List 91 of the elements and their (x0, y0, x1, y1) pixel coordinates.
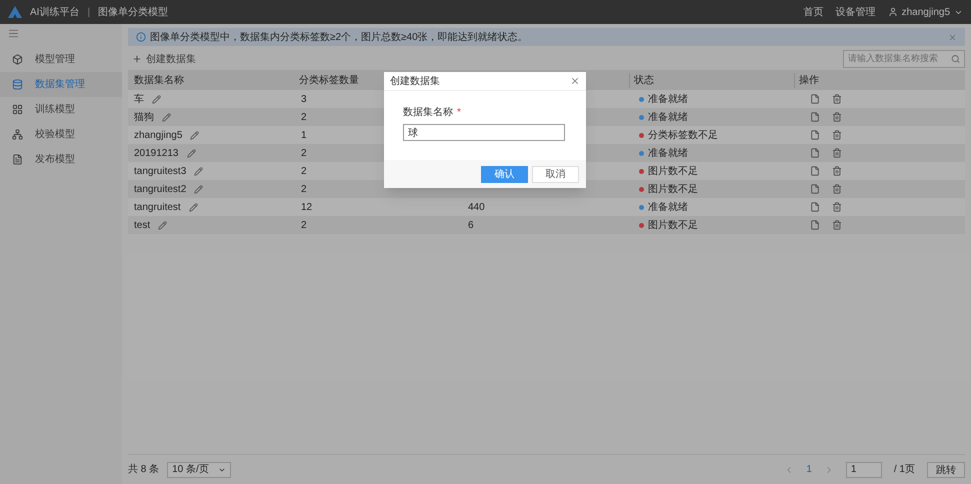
page-input[interactable]: 1 (846, 462, 882, 478)
table-cell: 440 (468, 202, 485, 212)
edit-icon[interactable] (194, 184, 204, 194)
file-icon[interactable] (810, 220, 820, 230)
trash-icon[interactable] (832, 148, 842, 158)
logo-icon (8, 6, 22, 18)
required-mark: * (457, 106, 461, 120)
sidebar-icon (12, 54, 23, 65)
page-size-select[interactable]: 10 条/页 (167, 462, 232, 478)
table-cell-text: 猫狗 (134, 110, 154, 124)
close-icon[interactable] (948, 32, 957, 42)
title-separator: | (87, 6, 90, 20)
name-field[interactable]: 球 (403, 124, 565, 141)
table-cell-text: tangruitest3 (134, 164, 186, 178)
table-cell: 1 (301, 130, 307, 140)
nav-link[interactable]: 设备管理 (836, 4, 876, 20)
info-icon (136, 32, 146, 42)
sidebar-icon (12, 129, 23, 140)
trash-icon[interactable] (832, 184, 842, 194)
file-icon[interactable] (810, 94, 820, 104)
edit-icon[interactable] (186, 148, 196, 158)
column-header: 状态 (634, 74, 654, 86)
column-header: 操作 (798, 74, 819, 86)
edit-icon[interactable] (162, 112, 171, 122)
edit-icon[interactable] (158, 220, 168, 230)
table-cell-text: tangruitest (134, 200, 181, 214)
file-icon[interactable] (810, 184, 820, 194)
edit-icon[interactable] (152, 94, 161, 104)
table-cell: 2 (301, 184, 307, 194)
menu-icon[interactable] (8, 28, 19, 39)
column-header: 数据集名称 (134, 74, 184, 86)
dialog-title: 创建数据集 (390, 74, 440, 88)
edit-icon[interactable] (188, 202, 198, 212)
status-text: 图片数不足 (648, 218, 698, 232)
sidebar-icon (12, 104, 23, 115)
file-icon[interactable] (810, 112, 820, 122)
trash-icon[interactable] (832, 202, 842, 212)
close-icon[interactable] (570, 76, 580, 86)
table-cell: 2 (301, 112, 307, 122)
user-icon (888, 7, 898, 17)
field-label: 数据集名称 (403, 106, 453, 120)
nav-link[interactable]: 首页 (804, 4, 824, 20)
status-text: 图片数不足 (648, 164, 698, 178)
table-cell: 2 (301, 148, 307, 158)
dialog-button[interactable]: 取消 (532, 166, 579, 182)
status-text: 准备就绪 (648, 200, 688, 214)
table-cell-text: zhangjing5 (134, 128, 182, 142)
table-cell: 12 (301, 202, 312, 212)
file-icon[interactable] (810, 202, 820, 212)
status-text: 分类标签数不足 (648, 128, 718, 142)
table-cell-text: test (134, 218, 150, 232)
plus-icon (132, 54, 142, 64)
dialog-button[interactable]: 确认 (481, 166, 528, 182)
file-icon[interactable] (810, 130, 820, 140)
status-text: 准备就绪 (648, 110, 688, 124)
user-menu[interactable]: zhangjing5 (888, 4, 963, 20)
trash-icon[interactable] (832, 166, 842, 176)
page-title: 图像单分类模型 (98, 6, 168, 20)
logo-text: AI训练平台 (30, 6, 80, 20)
column-header: 分类标签数量 (298, 74, 359, 86)
sidebar-icon (12, 154, 23, 165)
trash-icon[interactable] (832, 94, 842, 104)
table-cell: 3 (301, 94, 307, 104)
table-cell: 2 (301, 166, 307, 176)
file-icon[interactable] (810, 148, 820, 158)
status-text: 准备就绪 (648, 92, 688, 106)
status-text: 图片数不足 (648, 182, 698, 196)
file-icon[interactable] (810, 166, 820, 176)
edit-icon[interactable] (190, 130, 200, 140)
trash-icon[interactable] (832, 130, 842, 140)
table-cell-text: 车 (134, 92, 144, 106)
table-cell: 2 (301, 220, 307, 230)
sidebar-item[interactable]: 发布模型 (0, 147, 122, 172)
table-cell: 6 (468, 220, 474, 230)
total-count: 共 8 条 (128, 462, 160, 477)
sidebar-item[interactable]: 模型管理 (0, 47, 122, 72)
sidebar-item[interactable]: 校验模型 (0, 122, 122, 147)
jump-button[interactable]: 跳转 (927, 462, 965, 478)
create-dataset-button[interactable]: 创建数据集 (128, 52, 200, 66)
trash-icon[interactable] (832, 220, 842, 230)
sidebar-item[interactable]: 训练模型 (0, 97, 122, 122)
sidebar-icon (12, 79, 23, 90)
search-field[interactable]: 请输入数据集名称搜索 (843, 50, 965, 68)
page-count: / 1页 (894, 463, 915, 477)
edit-icon[interactable] (194, 166, 204, 176)
alert-text: 图像单分类模型中，数据集内分类标签数≥2个，图片总数≥40张，即能达到就绪状态。 (150, 30, 528, 44)
table-cell-text: tangruitest2 (134, 182, 186, 196)
search-icon[interactable] (950, 54, 960, 64)
status-text: 准备就绪 (648, 146, 688, 160)
table-cell-text: 20191213 (134, 146, 178, 160)
trash-icon[interactable] (832, 112, 842, 122)
